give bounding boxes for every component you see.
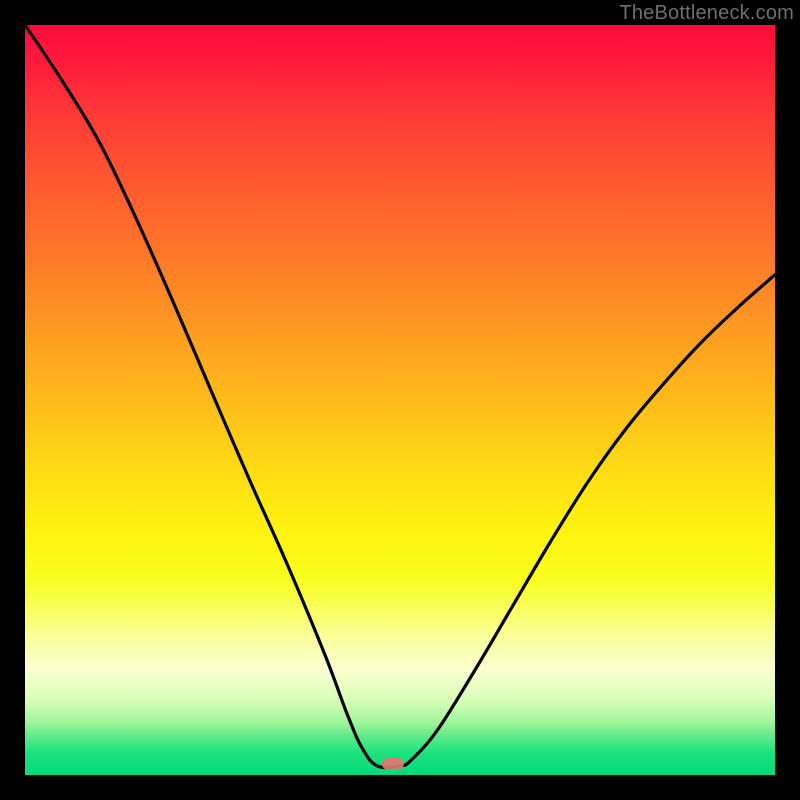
minimum-marker xyxy=(382,758,404,770)
watermark-text: TheBottleneck.com xyxy=(619,2,794,25)
plot-area xyxy=(25,25,775,775)
bottleneck-curve xyxy=(25,25,775,775)
chart-stage: TheBottleneck.com xyxy=(0,0,800,800)
